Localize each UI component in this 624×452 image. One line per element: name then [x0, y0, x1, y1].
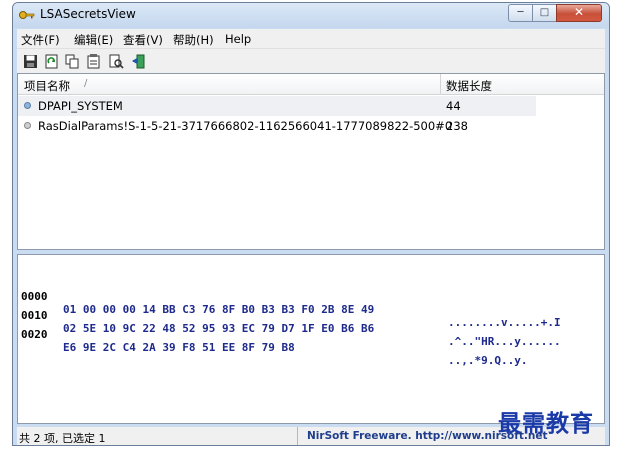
item-length: 44: [446, 99, 461, 113]
properties-icon[interactable]: [86, 54, 101, 69]
close-icon: ✕: [573, 5, 585, 19]
item-bullet-icon: [24, 122, 31, 129]
find-icon[interactable]: [109, 54, 124, 69]
hex-bytes: 02 5E 10 9C 22 48 52 95 93 EC 79 D7 1F E…: [63, 322, 375, 335]
hex-ascii: ..,.*9.Q..y.: [448, 354, 528, 367]
refresh-icon[interactable]: [44, 54, 59, 69]
close-button[interactable]: ✕: [556, 4, 602, 22]
menu-view[interactable]: 查看(V): [123, 32, 163, 48]
column-header-name[interactable]: 项目名称: [24, 78, 70, 94]
app-window: LSASecretsView ─ □ ✕ 文件(F) 编辑(E) 查看(V) 帮…: [12, 2, 610, 446]
list-item[interactable]: RasDialParams!S-1-5-21-3717666802-116256…: [18, 116, 536, 136]
save-icon[interactable]: [23, 54, 38, 69]
maximize-button[interactable]: □: [532, 4, 557, 22]
menu-help[interactable]: 帮助(H): [173, 32, 214, 48]
list-item[interactable]: DPAPI_SYSTEM 44: [18, 96, 536, 116]
item-name: DPAPI_SYSTEM: [38, 99, 123, 113]
exit-icon[interactable]: [131, 54, 146, 69]
menu-bar: 文件(F) 编辑(E) 查看(V) 帮助(H) Help: [17, 29, 605, 48]
list-header: 项目名称 / 数据长度: [18, 74, 604, 95]
toolbar: [17, 48, 605, 73]
hex-dump-pane[interactable]: 0000 01 00 00 00 14 BB C3 76 8F B0 B3 B3…: [17, 254, 605, 424]
hex-ascii: .^.."HR...y......: [448, 335, 561, 348]
menu-help-en[interactable]: Help: [225, 32, 251, 46]
secrets-list[interactable]: 项目名称 / 数据长度 DPAPI_SYSTEM 44 RasDialParam…: [17, 73, 605, 250]
window-title: LSASecretsView: [40, 7, 136, 21]
maximize-icon: □: [539, 7, 550, 18]
key-icon: [19, 11, 35, 19]
menu-file[interactable]: 文件(F): [21, 32, 60, 48]
item-bullet-icon: [24, 102, 31, 109]
menu-edit[interactable]: 编辑(E): [74, 32, 113, 48]
minimize-button[interactable]: ─: [508, 4, 533, 22]
hex-ascii: ........v.....+.I: [448, 316, 561, 329]
minimize-icon: ─: [517, 7, 524, 18]
hex-line: 0010 02 5E 10 9C 22 48 52 95 93 EC 79 D7…: [18, 296, 561, 348]
status-item-count: 共 2 项, 已选定 1: [19, 432, 106, 445]
copy-icon[interactable]: [65, 54, 80, 69]
status-separator: [297, 427, 298, 445]
hex-bytes: 01 00 00 00 14 BB C3 76 8F B0 B3 B3 F0 2…: [63, 303, 375, 316]
hex-line: 0000 01 00 00 00 14 BB C3 76 8F B0 B3 B3…: [18, 277, 561, 329]
item-length: 238: [446, 119, 468, 133]
watermark: 最需教育: [498, 410, 594, 437]
hex-line: 0020 E6 9E 2C C4 2A 39 F8 51 EE 8F 79 B8…: [18, 315, 527, 367]
column-separator[interactable]: [440, 74, 441, 94]
title-bar[interactable]: LSASecretsView ─ □ ✕: [13, 3, 609, 28]
column-header-length[interactable]: 数据长度: [446, 78, 492, 94]
item-name: RasDialParams!S-1-5-21-3717666802-116256…: [38, 119, 453, 133]
hex-offset: 0020: [21, 328, 48, 341]
sort-indicator: /: [84, 78, 88, 89]
hex-bytes: E6 9E 2C C4 2A 39 F8 51 EE 8F 79 B8: [63, 341, 295, 354]
